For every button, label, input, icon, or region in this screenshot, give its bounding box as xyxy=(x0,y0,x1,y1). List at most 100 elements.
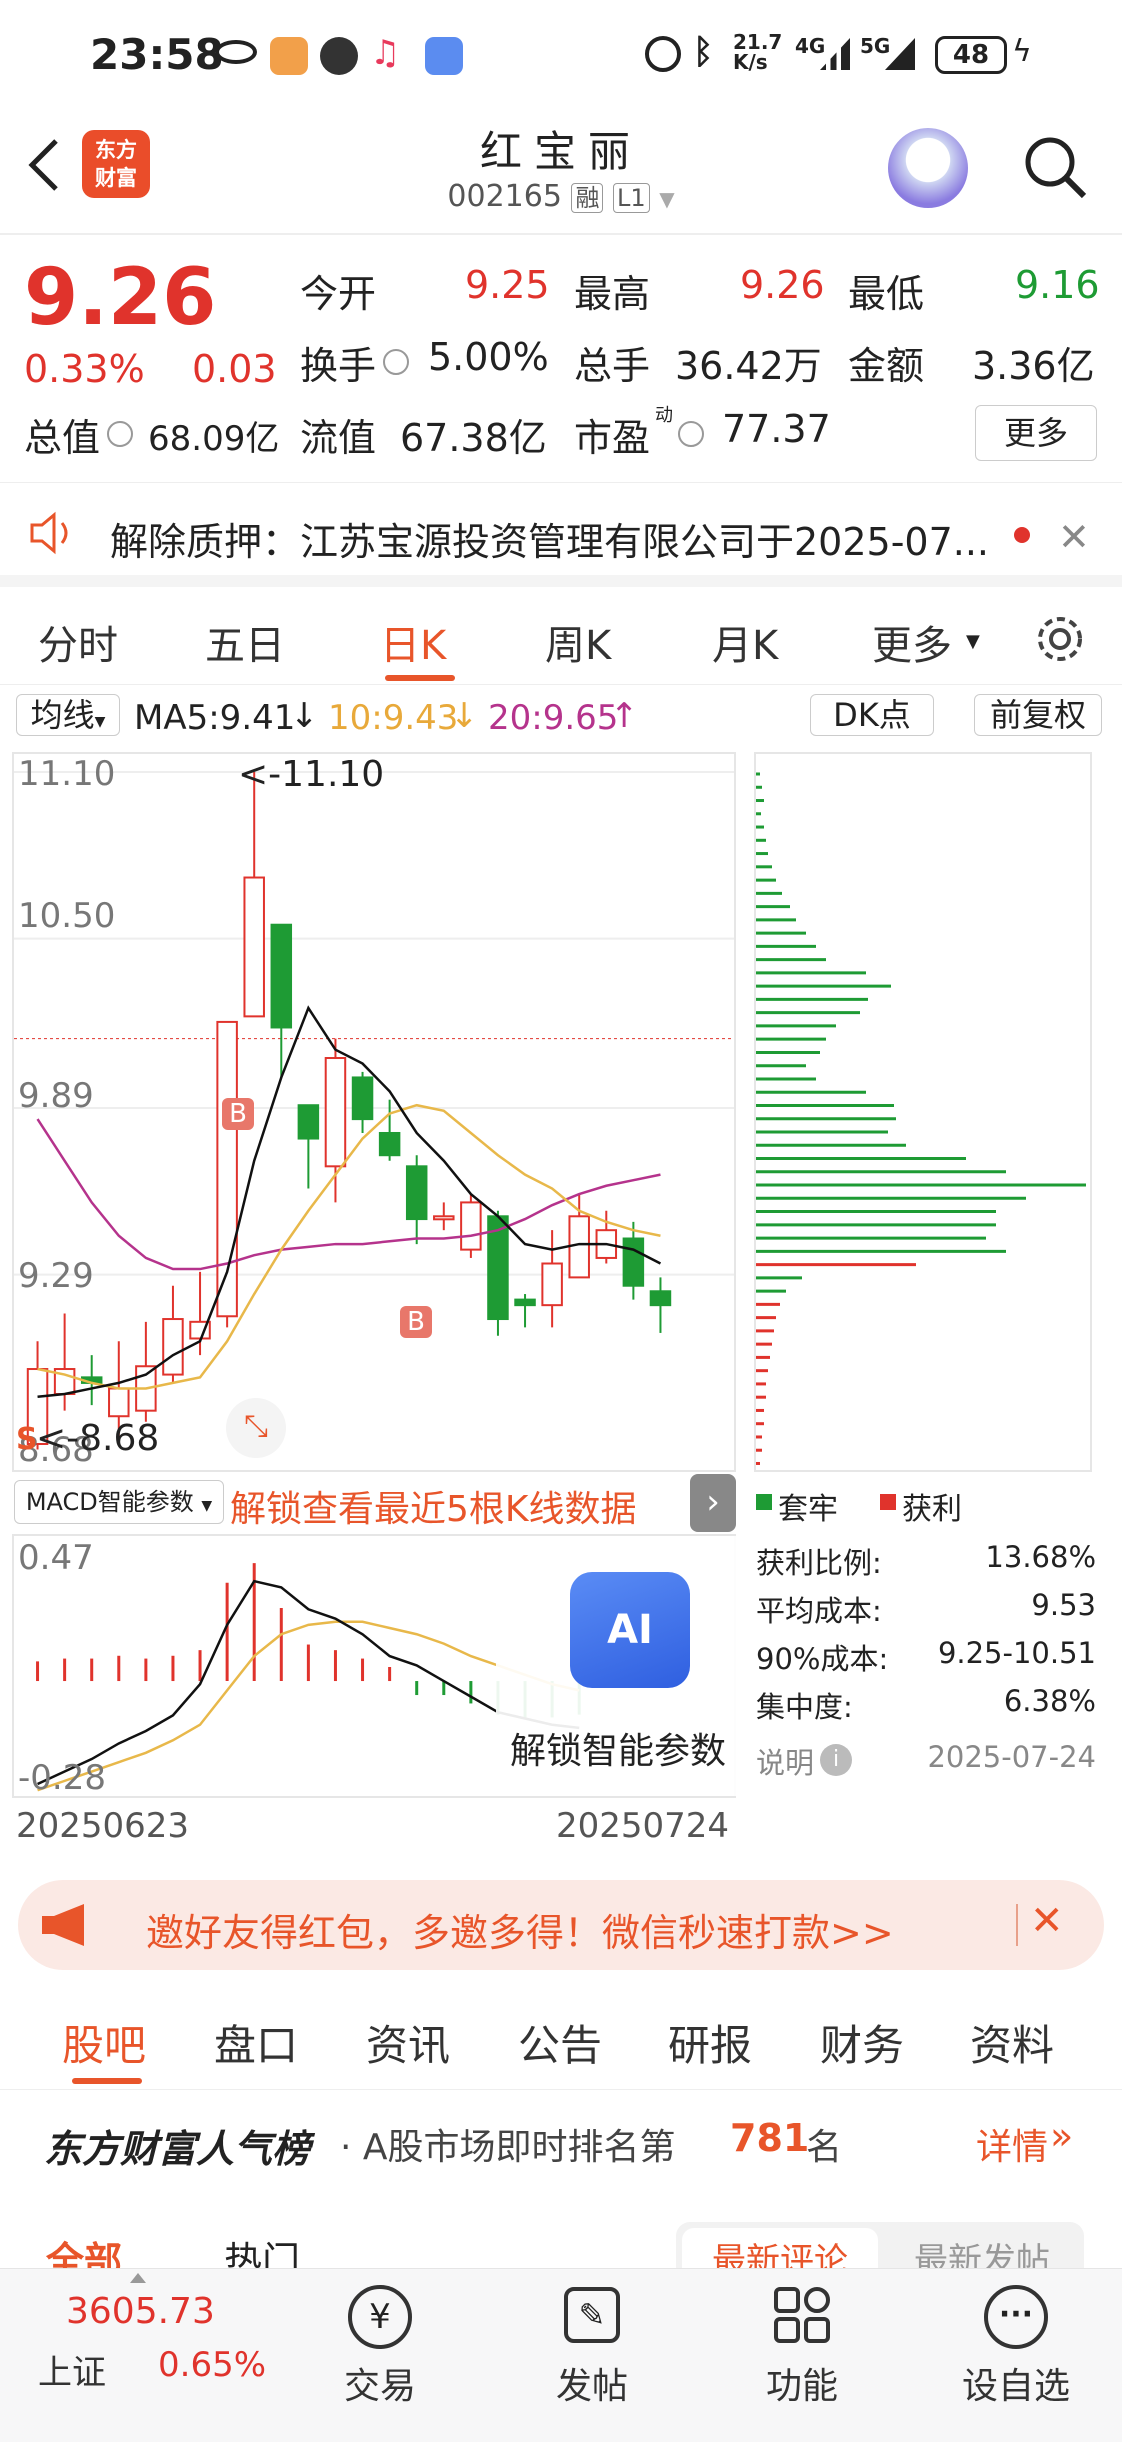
stat-label: 获利比例: xyxy=(756,1546,882,1580)
grid-icon xyxy=(772,2285,832,2345)
tab-profile[interactable]: 资料 xyxy=(970,2012,1054,2073)
info-icon[interactable] xyxy=(678,421,704,447)
nav-post[interactable]: ✎ 发帖 xyxy=(512,2269,672,2442)
tab-five-day[interactable]: 五日 xyxy=(205,613,285,671)
sell-marker[interactable]: S xyxy=(16,1422,38,1457)
settings-icon[interactable] xyxy=(1034,613,1086,665)
buy-marker[interactable]: B xyxy=(222,1098,254,1130)
nav-features[interactable]: 功能 xyxy=(722,2269,882,2442)
high-marker: <-11.10 xyxy=(238,754,385,795)
ranking-detail[interactable]: 详情 xyxy=(976,2118,1048,2170)
nav-trade-label: 交易 xyxy=(343,2366,416,2407)
kline-svg xyxy=(14,771,734,1450)
macd-selector[interactable]: MACD智能参数 ▼ xyxy=(14,1480,224,1524)
unlock-kline-text[interactable]: 解锁查看最近5根K线数据 xyxy=(230,1480,637,1532)
y-axis-label: 10.50 xyxy=(18,896,116,936)
edit-icon: ✎ xyxy=(564,2287,620,2343)
tab-financials[interactable]: 财务 xyxy=(820,2012,904,2073)
volume-value: 36.42万 xyxy=(675,344,822,388)
level-badge: L1 xyxy=(613,183,650,213)
search-icon[interactable] xyxy=(1020,132,1090,202)
indicator-selector[interactable]: 均线▼ xyxy=(16,694,120,736)
arrow-up-icon: ↑ xyxy=(610,696,639,736)
candle-body xyxy=(378,1131,401,1157)
feed-tab-hot[interactable]: 热门 xyxy=(224,2230,300,2268)
close-icon[interactable]: ✕ xyxy=(1058,515,1090,559)
index-widget[interactable]: 3605.73 上证 0.65% xyxy=(0,2269,300,2442)
macd-chart[interactable]: 0.47 -0.28 AI 解锁智能参数 xyxy=(12,1534,736,1798)
stat-label: 平均成本: xyxy=(756,1594,882,1628)
chart-tabs: 分时 五日 日K 周K 月K 更多 ▼ xyxy=(0,595,1122,685)
dropdown-icon[interactable]: ▼ xyxy=(659,187,674,211)
status-time: 23:58 xyxy=(90,30,224,79)
feed-sort-toggle: 最新评论 最新发帖 xyxy=(676,2222,1084,2268)
candle-body xyxy=(433,1215,455,1221)
tab-orderbook[interactable]: 盘口 xyxy=(214,2012,298,2073)
arrow-down-icon: ↓ xyxy=(290,696,319,736)
stat-label: 集中度: xyxy=(756,1690,853,1724)
nav-watchlist[interactable]: ··· 设自选 xyxy=(936,2269,1096,2442)
index-name: 上证 xyxy=(38,2353,106,2393)
legend-swatch-trapped xyxy=(756,1494,772,1510)
chip-legend: 套牢 获利 xyxy=(756,1484,1096,1527)
adjust-button[interactable]: 前复权 xyxy=(974,694,1102,736)
tab-daily-k[interactable]: 日K xyxy=(380,613,446,671)
dk-point-button[interactable]: DK点 xyxy=(810,694,934,736)
robot-assistant-icon[interactable] xyxy=(888,128,968,208)
feed-tab-all[interactable]: 全部 xyxy=(46,2230,122,2268)
kline-chart[interactable]: 11.10 10.50 9.89 9.29 8.68 <-11.10 <-8.6… xyxy=(12,752,736,1472)
info-icon[interactable] xyxy=(107,421,133,447)
trade-icon: ¥ xyxy=(348,2285,412,2349)
expand-icon[interactable]: ⤡ xyxy=(226,1398,286,1458)
dk-point-label: DK点 xyxy=(833,696,911,734)
low-value: 9.16 xyxy=(1015,263,1100,307)
ai-unlock-overlay[interactable]: AI 解锁智能参数 xyxy=(496,1536,736,1796)
app-notification-icon xyxy=(320,37,358,75)
margin-badge: 融 xyxy=(571,183,604,213)
ranking-title: 东方财富人气榜 xyxy=(44,2127,311,2171)
turnover-value: 5.00% xyxy=(428,335,549,379)
note-label[interactable]: 说明 xyxy=(756,1740,814,1782)
float-label: 流值 xyxy=(300,416,377,460)
info-icon[interactable] xyxy=(383,349,409,375)
nav-trade[interactable]: ¥ 交易 xyxy=(300,2269,460,2442)
tab-weekly-k[interactable]: 周K xyxy=(545,613,611,671)
chip-date: 2025-07-24 xyxy=(927,1740,1096,1774)
nav-watchlist-label: 设自选 xyxy=(961,2366,1070,2407)
tab-forum[interactable]: 股吧 xyxy=(62,2012,146,2073)
close-icon[interactable]: ✕ xyxy=(1030,1898,1064,1944)
dropdown-icon: ▼ xyxy=(966,631,980,652)
low-marker: <-8.68 xyxy=(36,1418,160,1459)
ma10-value: 10:9.43 xyxy=(328,698,459,738)
change-value: 0.03 xyxy=(192,347,277,391)
tab-announcements[interactable]: 公告 xyxy=(518,2012,602,2073)
ai-unlock-text: 解锁智能参数 xyxy=(510,1731,727,1772)
buy-marker[interactable]: B xyxy=(400,1306,432,1338)
music-icon: ♫ xyxy=(370,33,401,73)
sort-latest-comment[interactable]: 最新评论 xyxy=(682,2228,878,2268)
tab-monthly-k[interactable]: 月K xyxy=(712,613,778,671)
legend-swatch-profit xyxy=(880,1494,896,1510)
banner-text: 邀好友得红包，多邀多得！微信秒速打款>> xyxy=(146,1911,894,1955)
more-button[interactable]: 更多 xyxy=(975,405,1097,461)
popularity-ranking[interactable]: 东方财富人气榜 · A股市场即时排名第 781 名 详情 » xyxy=(0,2092,1122,2192)
invite-banner[interactable]: 邀好友得红包，多邀多得！微信秒速打款>> ✕ xyxy=(18,1880,1104,1970)
low-label: 最低 xyxy=(848,272,925,316)
sort-latest-post[interactable]: 最新发帖 xyxy=(886,2228,1078,2268)
mktcap-label: 总值 xyxy=(24,416,101,460)
signal-5g-label: 5G xyxy=(860,34,891,58)
info-icon[interactable]: i xyxy=(820,1744,852,1776)
eye-icon xyxy=(215,40,257,64)
tab-more[interactable]: 更多 xyxy=(872,613,952,671)
arrow-down-icon: ↓ xyxy=(450,696,479,736)
stock-code: 002165 xyxy=(447,179,562,214)
notice-bar[interactable]: 解除质押：江苏宝源投资管理有限公司于2025-07... ✕ xyxy=(0,482,1122,587)
chevron-right-icon[interactable]: › xyxy=(690,1474,736,1532)
stat-value: 9.25-10.51 xyxy=(937,1636,1096,1670)
candle-body xyxy=(568,1215,590,1279)
tab-research[interactable]: 研报 xyxy=(668,2012,752,2073)
tab-intraday[interactable]: 分时 xyxy=(38,613,118,671)
tab-news[interactable]: 资讯 xyxy=(366,2012,450,2073)
app-notification-icon xyxy=(270,37,308,75)
chip-distribution[interactable] xyxy=(754,752,1092,1472)
